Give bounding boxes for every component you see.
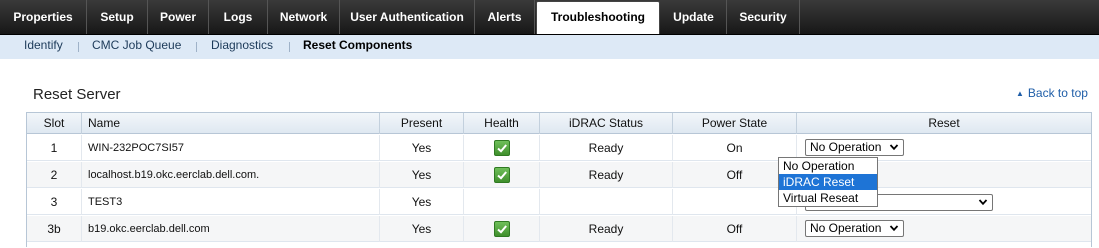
name-cell: b19.okc.eerclab.dell.com <box>82 216 380 242</box>
subnav-separator <box>196 42 197 52</box>
top-navigation: Properties Setup Power Logs Network User… <box>0 0 1099 35</box>
tab-troubleshooting[interactable]: Troubleshooting <box>536 1 660 34</box>
reset-select-value: No Operation <box>810 140 882 154</box>
header-slot[interactable]: Slot <box>27 113 82 134</box>
present-cell: Yes <box>380 189 464 215</box>
table-row <box>27 243 1091 248</box>
present-cell: Yes <box>380 135 464 161</box>
header-reset[interactable]: Reset <box>797 113 1091 134</box>
reset-select[interactable]: No Operation <box>805 220 904 237</box>
health-cell <box>464 135 540 161</box>
health-cell <box>464 216 540 242</box>
header-health[interactable]: Health <box>464 113 540 134</box>
option-virtual-reseat[interactable]: Virtual Reseat <box>779 190 877 206</box>
subnav-identify[interactable]: Identify <box>24 35 63 59</box>
tab-logs[interactable]: Logs <box>209 0 268 34</box>
table-row: 1 WIN-232POC7SI57 Yes Ready On No Operat… <box>27 135 1091 161</box>
back-to-top-link[interactable]: ▲ Back to top <box>1016 86 1088 100</box>
tab-network[interactable]: Network <box>268 0 340 34</box>
health-ok-icon <box>493 140 510 156</box>
tab-properties[interactable]: Properties <box>0 0 87 34</box>
tab-setup[interactable]: Setup <box>87 0 148 34</box>
present-cell: Yes <box>380 162 464 188</box>
up-arrow-icon: ▲ <box>1016 89 1024 98</box>
health-cell <box>464 189 540 215</box>
tab-security[interactable]: Security <box>727 0 800 34</box>
subnav-separator <box>78 42 79 52</box>
power-state-cell: Off <box>673 216 797 242</box>
reset-select[interactable]: No Operation <box>805 139 904 156</box>
subnav-reset-components[interactable]: Reset Components <box>303 35 412 59</box>
section-title: Reset Server <box>33 86 121 103</box>
reset-dropdown-list: No Operation iDRAC Reset Virtual Reseat <box>778 157 878 207</box>
option-idrac-reset[interactable]: iDRAC Reset <box>779 174 877 190</box>
health-ok-icon <box>493 167 510 183</box>
header-power-state[interactable]: Power State <box>673 113 797 134</box>
slot-cell: 3b <box>27 216 82 242</box>
reset-server-table: Slot Name Present Health iDRAC Status Po… <box>26 112 1092 247</box>
name-cell: TEST3 <box>82 189 380 215</box>
option-no-operation[interactable]: No Operation <box>779 158 877 174</box>
chevron-down-icon <box>978 199 988 206</box>
idrac-status-cell: Ready <box>540 135 673 161</box>
slot-cell: 1 <box>27 135 82 161</box>
tab-power[interactable]: Power <box>148 0 209 34</box>
header-present[interactable]: Present <box>380 113 464 134</box>
tab-user-authentication[interactable]: User Authentication <box>340 0 475 34</box>
name-cell: localhost.b19.okc.eerclab.dell.com. <box>82 162 380 188</box>
table-header: Slot Name Present Health iDRAC Status Po… <box>27 113 1091 134</box>
health-ok-icon <box>493 221 510 237</box>
table-row: 2 localhost.b19.okc.eerclab.dell.com. Ye… <box>27 162 1091 188</box>
tab-update[interactable]: Update <box>661 0 727 34</box>
table-row: 3b b19.okc.eerclab.dell.com Yes Ready Of… <box>27 216 1091 242</box>
subnav-cmc-job-queue[interactable]: CMC Job Queue <box>92 35 181 59</box>
slot-cell: 2 <box>27 162 82 188</box>
name-cell: WIN-232POC7SI57 <box>82 135 380 161</box>
idrac-status-cell: Ready <box>540 216 673 242</box>
subnav-separator <box>289 42 290 52</box>
back-to-top-label: Back to top <box>1027 86 1088 100</box>
header-idrac-status[interactable]: iDRAC Status <box>540 113 673 134</box>
health-cell <box>464 162 540 188</box>
slot-cell: 3 <box>27 189 82 215</box>
sub-navigation: Identify CMC Job Queue Diagnostics Reset… <box>0 35 1099 59</box>
reset-cell: No Operation <box>797 216 1091 242</box>
reset-select-value: No Operation <box>810 221 882 235</box>
header-name[interactable]: Name <box>82 113 380 134</box>
idrac-status-cell <box>540 189 673 215</box>
tab-alerts[interactable]: Alerts <box>475 0 535 34</box>
idrac-status-cell: Ready <box>540 162 673 188</box>
chevron-down-icon <box>889 225 899 232</box>
chevron-down-icon <box>889 144 899 151</box>
subnav-diagnostics[interactable]: Diagnostics <box>211 35 273 59</box>
table-row: 3 TEST3 Yes <box>27 189 1091 215</box>
present-cell: Yes <box>380 216 464 242</box>
